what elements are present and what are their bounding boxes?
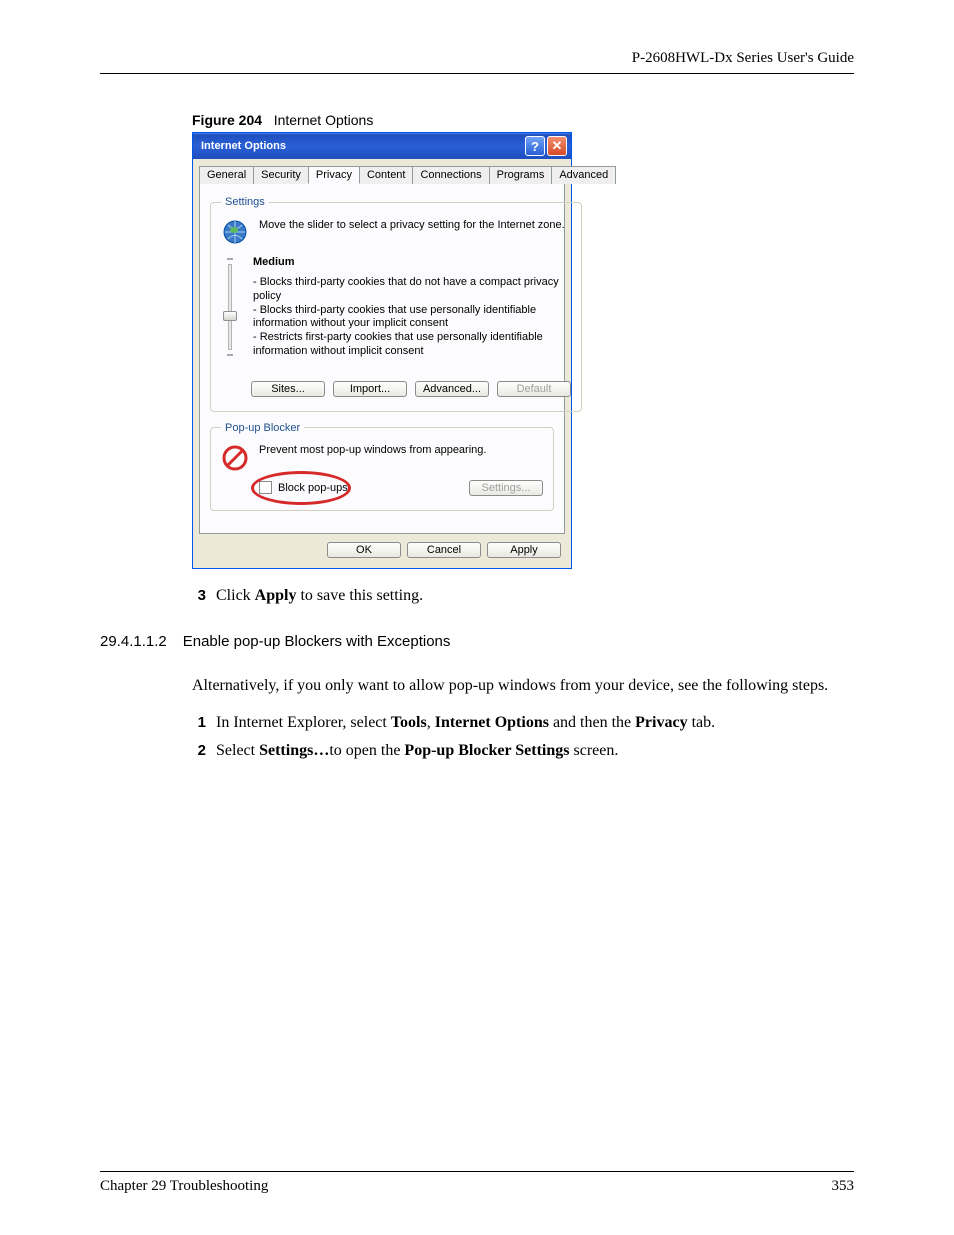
- privacy-bullet: - Restricts first-party cookies that use…: [253, 331, 571, 359]
- figure-caption: Figure 204 Internet Options: [192, 112, 854, 128]
- tab-connections[interactable]: Connections: [412, 166, 489, 184]
- step-number: 2: [192, 742, 206, 759]
- t: ,: [427, 714, 435, 731]
- advanced-button[interactable]: Advanced...: [415, 381, 489, 397]
- figure-title: Internet Options: [274, 112, 374, 128]
- apply-button[interactable]: Apply: [487, 542, 561, 558]
- slider-thumb[interactable]: [223, 311, 237, 321]
- ok-button[interactable]: OK: [327, 542, 401, 558]
- step-number: 1: [192, 714, 206, 731]
- close-button[interactable]: ✕: [547, 136, 567, 156]
- settings-legend: Settings: [221, 196, 269, 208]
- page-header-right: P-2608HWL-Dx Series User's Guide: [100, 50, 854, 74]
- titlebar: Internet Options ? ✕: [193, 133, 571, 159]
- tab-privacy[interactable]: Privacy: [308, 166, 360, 184]
- footer-left: Chapter 29 Troubleshooting: [100, 1178, 268, 1195]
- tab-general[interactable]: General: [199, 166, 254, 184]
- tab-security[interactable]: Security: [253, 166, 309, 184]
- step-text: In Internet Explorer, select Tools, Inte…: [216, 714, 715, 732]
- b: Tools: [391, 714, 427, 731]
- privacy-slider[interactable]: [221, 256, 239, 359]
- tab-content[interactable]: Content: [359, 166, 414, 184]
- tab-advanced[interactable]: Advanced: [551, 166, 616, 184]
- b: Apply: [255, 587, 297, 604]
- popup-settings-button: Settings...: [469, 480, 543, 496]
- t: In Internet Explorer, select: [216, 714, 391, 731]
- section-title: Enable pop-up Blockers with Exceptions: [183, 633, 451, 650]
- popup-intro: Prevent most pop-up windows from appeari…: [259, 444, 486, 456]
- block-popups-label: Block pop-ups: [278, 482, 348, 494]
- settings-intro: Move the slider to select a privacy sett…: [259, 218, 565, 232]
- step-number: 3: [192, 587, 206, 604]
- page-footer: Chapter 29 Troubleshooting 353: [100, 1171, 854, 1195]
- globe-icon: [221, 218, 249, 246]
- t: screen.: [569, 742, 618, 759]
- t: and then the: [549, 714, 635, 731]
- tab-panel-privacy: Settings Move the slider to select a pri…: [199, 184, 565, 534]
- figure-label: Figure 204: [192, 112, 262, 128]
- popup-blocker-icon: [221, 444, 249, 472]
- tab-programs[interactable]: Programs: [489, 166, 553, 184]
- b: Privacy: [635, 714, 687, 731]
- default-button: Default: [497, 381, 571, 397]
- popup-legend: Pop-up Blocker: [221, 422, 304, 434]
- b: Pop-up Blocker Settings: [404, 742, 569, 759]
- b: Internet Options: [435, 714, 549, 731]
- block-popups-checkbox[interactable]: [259, 481, 272, 494]
- sites-button[interactable]: Sites...: [251, 381, 325, 397]
- import-button[interactable]: Import...: [333, 381, 407, 397]
- t: Select: [216, 742, 259, 759]
- step-text: Click Apply to save this setting.: [216, 587, 423, 605]
- t: to save this setting.: [296, 587, 423, 604]
- help-button[interactable]: ?: [525, 136, 545, 156]
- popup-blocker-group: Pop-up Blocker Prevent most pop-up windo…: [210, 422, 554, 511]
- privacy-bullet: - Blocks third-party cookies that use pe…: [253, 304, 571, 332]
- tab-strip: General Security Privacy Content Connect…: [199, 165, 565, 184]
- b: Settings…: [259, 742, 329, 759]
- step-text: Select Settings…to open the Pop-up Block…: [216, 742, 618, 760]
- privacy-level: Medium: [253, 256, 571, 268]
- cancel-button[interactable]: Cancel: [407, 542, 481, 558]
- t: tab.: [688, 714, 716, 731]
- t: to open the: [329, 742, 404, 759]
- t: Click: [216, 587, 255, 604]
- privacy-bullet: - Blocks third-party cookies that do not…: [253, 276, 571, 304]
- settings-group: Settings Move the slider to select a pri…: [210, 196, 582, 412]
- footer-right: 353: [832, 1178, 855, 1195]
- section-number: 29.4.1.1.2: [100, 633, 167, 650]
- dialog-title: Internet Options: [201, 140, 286, 152]
- paragraph: Alternatively, if you only want to allow…: [192, 675, 854, 697]
- internet-options-dialog: Internet Options ? ✕ General Security Pr…: [192, 132, 572, 569]
